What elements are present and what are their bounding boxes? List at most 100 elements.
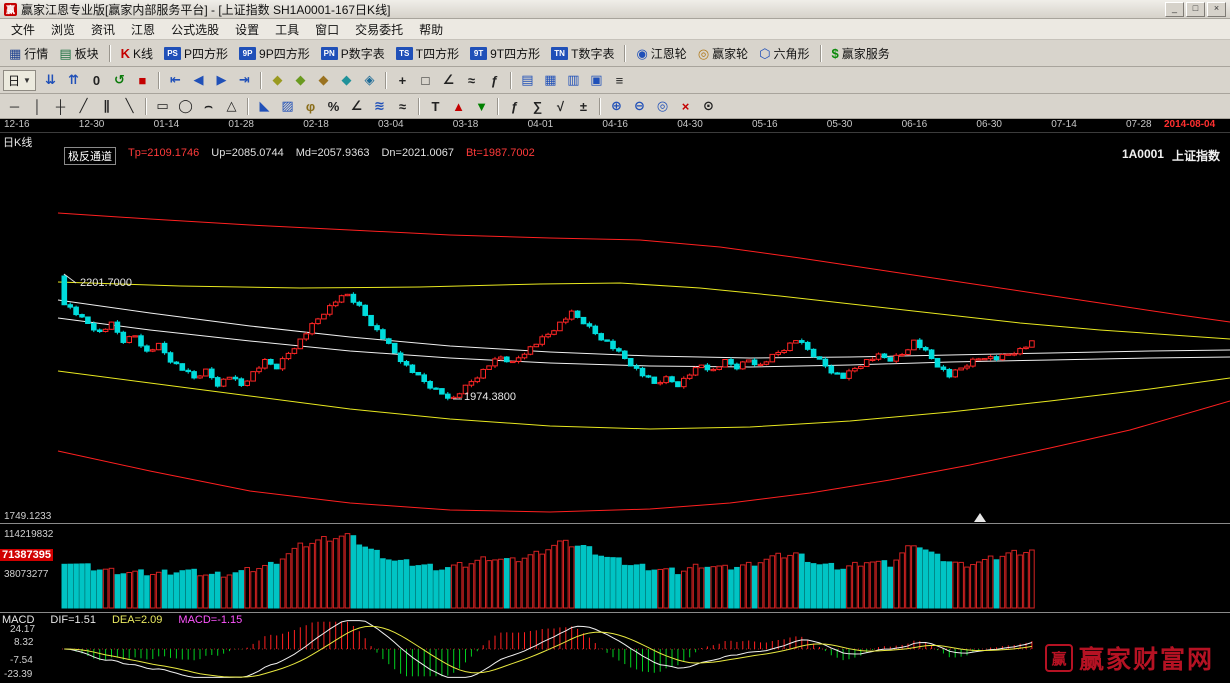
diamond-all-button[interactable]: ◈ [358,70,381,90]
circle-tool-icon: ◯ [178,98,193,114]
menu-item-6[interactable]: 工具 [267,19,307,40]
menu-item-5[interactable]: 设置 [227,19,267,40]
indicator-dn: Dn=2021.0067 [381,147,453,165]
vertical-line-button[interactable]: │ [26,96,49,116]
tool-settings-icon: ⊙ [703,98,714,114]
save-chart-button[interactable]: ▣ [585,70,608,90]
parallel-channel-button[interactable]: ∥ [95,96,118,116]
zero-button[interactable]: 0 [85,70,108,90]
sqrt-button[interactable]: √ [549,96,572,116]
segment-line-button[interactable]: ─ [3,96,26,116]
function-button[interactable]: ƒ [483,70,506,90]
diamond-winter-button[interactable]: ◆ [335,70,358,90]
zoom-in-icon: ⊕ [611,98,622,114]
close-button[interactable]: × [1207,2,1226,17]
menu-item-1[interactable]: 浏览 [43,19,83,40]
down-arrow-mark-button[interactable]: ▼ [470,96,493,116]
trend-line-icon: ╱ [80,98,88,114]
period-selector[interactable]: 日▼ [3,70,36,91]
sum-button[interactable]: ∑ [526,96,549,116]
toolbar-separator [820,45,822,62]
menu-item-4[interactable]: 公式选股 [163,19,227,40]
select-box-button[interactable]: □ [414,70,437,90]
up-arrow-mark-button[interactable]: ▲ [447,96,470,116]
zoom-out-button[interactable]: ⊖ [628,96,651,116]
golden-section-button[interactable]: φ [299,96,322,116]
gann-grid-button[interactable]: ▨ [276,96,299,116]
zoom-in-button[interactable]: ⊕ [605,96,628,116]
circle-tool-button[interactable]: ◯ [174,96,197,116]
menu-item-0[interactable]: 文件 [3,19,43,40]
menu-item-7[interactable]: 窗口 [307,19,347,40]
left-panel-button[interactable]: ▤ [516,70,539,90]
kline-chart-canvas[interactable] [0,119,1230,683]
indicator-name[interactable]: 极反通道 [64,147,116,165]
prev-bar-icon: ◀ [193,72,203,88]
arc-tool-button[interactable]: ⌢ [197,96,220,116]
erase-button[interactable]: × [674,96,697,116]
feature-hexagon-button[interactable]: ⬡六角形 [754,43,814,64]
menu-item-2[interactable]: 资讯 [83,19,123,40]
ray-line-button[interactable]: ╲ [118,96,141,116]
feature-t-square-button[interactable]: TST四方形 [391,43,464,64]
angle-measure-button[interactable]: ∠ [437,70,460,90]
wave-measure-button[interactable]: ≈ [460,70,483,90]
triangle-tool-button[interactable]: △ [220,96,243,116]
menu-item-8[interactable]: 交易委托 [347,19,411,40]
full-screen-button[interactable]: ◎ [651,96,674,116]
macd-scale-1: 24.17 [10,624,35,635]
first-bar-button[interactable]: ⇤ [164,70,187,90]
diamond-autumn-button[interactable]: ◆ [312,70,335,90]
prev-bar-button[interactable]: ◀ [187,70,210,90]
winner-wheel-label: 赢家轮 [712,45,748,62]
feature-9t-square-button[interactable]: 9T9T四方形 [465,43,545,64]
gann-fan-button[interactable]: ◣ [253,96,276,116]
text-label-icon: T [432,99,440,114]
wave-line-button[interactable]: ≈ [391,96,414,116]
feature-sectors-button[interactable]: ▤板块 [54,43,103,64]
percent-line-button[interactable]: % [322,96,345,116]
minimize-button[interactable]: _ [1165,2,1184,17]
next-bar-button[interactable]: ▶ [210,70,233,90]
feature-9p-square-button[interactable]: 9P9P四方形 [234,43,315,64]
rectangle-tool-button[interactable]: ▭ [151,96,174,116]
feature-winner-service-button[interactable]: $赢家服务 [827,43,895,64]
tool-settings-button[interactable]: ⊙ [697,96,720,116]
trend-line-button[interactable]: ╱ [72,96,95,116]
right-panel-button[interactable]: ▥ [562,70,585,90]
cross-line-button[interactable]: ┼ [49,96,72,116]
cross-cursor-button[interactable]: + [391,70,414,90]
feature-p-number-table-button[interactable]: PNP数字表 [316,43,390,64]
formula-button[interactable]: ƒ [503,96,526,116]
text-label-button[interactable]: T [424,96,447,116]
grid-panel-button[interactable]: ▦ [539,70,562,90]
maximize-button[interactable]: □ [1186,2,1205,17]
expand-bars-button[interactable]: ⇈ [62,70,85,90]
compress-bars-button[interactable]: ⇊ [39,70,62,90]
menu-item-9[interactable]: 帮助 [411,19,451,40]
menu-item-3[interactable]: 江恩 [123,19,163,40]
diamond-summer-button[interactable]: ◆ [289,70,312,90]
feature-gann-wheel-button[interactable]: ◉江恩轮 [631,43,691,64]
undo-button[interactable]: ↺ [108,70,131,90]
toolbar-separator [158,72,160,89]
last-bar-button[interactable]: ⇥ [233,70,256,90]
grid-panel-icon: ▦ [544,72,556,88]
feature-quotes-button[interactable]: ▦行情 [4,43,53,64]
feature-t-number-table-button[interactable]: TNT数字表 [546,43,619,64]
toolbar-separator [385,72,387,89]
angle-line-button[interactable]: ∠ [345,96,368,116]
indicator-up: Up=2085.0744 [211,147,283,165]
list-button[interactable]: ≡ [608,70,631,90]
feature-p-square-button[interactable]: PSP四方形 [159,43,233,64]
record-button[interactable]: ■ [131,70,154,90]
quotes-label: 行情 [24,45,48,62]
diamond-spring-button[interactable]: ◆ [266,70,289,90]
macd-scale-3: -7.54 [10,655,33,666]
cycle-line-button[interactable]: ≋ [368,96,391,116]
feature-kline-button[interactable]: KK线 [116,43,158,64]
low-price-annotation: 1974.3800 [464,391,516,403]
plus-minus-button[interactable]: ± [572,96,595,116]
feature-winner-wheel-button[interactable]: ◎赢家轮 [693,43,753,64]
feature-toolbar: ▦行情▤板块 KK线PSP四方形9P9P四方形PNP数字表TST四方形9T9T四方… [0,40,1230,67]
